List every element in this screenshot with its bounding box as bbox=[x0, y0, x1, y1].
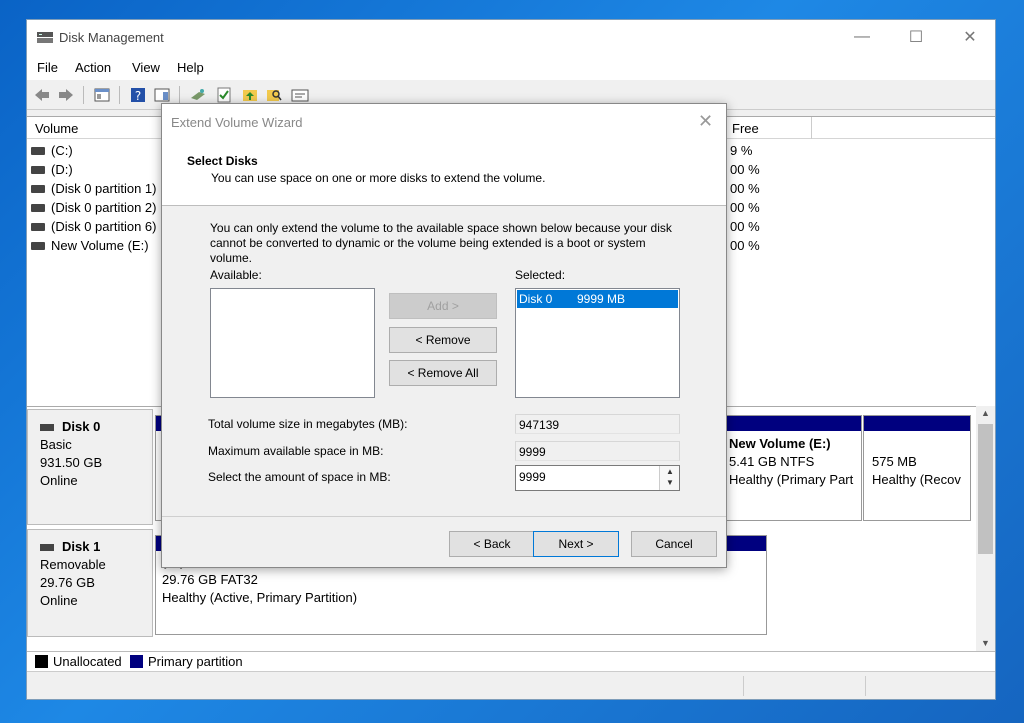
spin-down-icon[interactable]: ▼ bbox=[666, 478, 674, 487]
selected-disk-item[interactable]: Disk 0 9999 MB bbox=[517, 290, 678, 308]
partition-color-bar bbox=[864, 416, 970, 431]
folder-up-icon[interactable] bbox=[241, 86, 259, 104]
toolbar-separator bbox=[83, 86, 84, 104]
legend: Unallocated Primary partition bbox=[27, 651, 995, 671]
close-button[interactable]: ✕ bbox=[947, 20, 993, 54]
drive-icon bbox=[31, 165, 45, 174]
selected-label: Selected: bbox=[515, 268, 566, 282]
wizard-subheading: You can use space on one or more disks t… bbox=[211, 171, 546, 185]
remove-all-button[interactable]: < Remove All bbox=[389, 360, 497, 386]
maximize-button[interactable]: ☐ bbox=[893, 20, 939, 54]
partition-new-volume-e[interactable]: New Volume (E:) 5.41 GB NTFS Healthy (Pr… bbox=[724, 415, 862, 521]
help-icon[interactable]: ? bbox=[129, 86, 147, 104]
svg-text:?: ? bbox=[135, 89, 141, 103]
wizard-title: Extend Volume Wizard bbox=[171, 115, 303, 130]
free-percent: 9 % bbox=[730, 143, 753, 158]
menu-view[interactable]: View bbox=[132, 60, 160, 75]
wizard-close-button[interactable]: ✕ bbox=[698, 111, 713, 132]
column-divider[interactable] bbox=[811, 117, 812, 139]
amount-spinner[interactable]: ▲ ▼ bbox=[659, 466, 679, 490]
wizard-heading: Select Disks bbox=[187, 154, 258, 168]
menu-action[interactable]: Action bbox=[75, 60, 111, 75]
title-bar[interactable]: Disk Management — ☐ ✕ bbox=[27, 20, 995, 54]
wizard-separator bbox=[162, 516, 726, 517]
back-button[interactable]: < Back bbox=[449, 531, 535, 557]
column-volume[interactable]: Volume bbox=[35, 121, 78, 136]
drive-icon bbox=[31, 203, 45, 212]
total-size-label: Total volume size in megabytes (MB): bbox=[208, 417, 408, 431]
legend-unallocated: Unallocated bbox=[53, 654, 122, 669]
legend-primary: Primary partition bbox=[148, 654, 243, 669]
amount-space-input[interactable]: 9999 bbox=[515, 465, 680, 491]
available-label: Available: bbox=[210, 268, 262, 282]
list-item[interactable]: (Disk 0 partition 1) bbox=[31, 179, 156, 198]
list-item[interactable]: (Disk 0 partition 6) bbox=[31, 217, 156, 236]
list-item[interactable]: (Disk 0 partition 2) bbox=[31, 198, 156, 217]
menu-file[interactable]: File bbox=[37, 60, 58, 75]
partition-color-bar bbox=[725, 416, 861, 431]
column-free[interactable]: Free bbox=[732, 121, 759, 136]
forward-arrow-icon[interactable] bbox=[57, 86, 75, 104]
spin-up-icon[interactable]: ▲ bbox=[666, 467, 674, 476]
primary-partition-swatch bbox=[130, 655, 143, 668]
total-size-value: 947139 bbox=[515, 414, 680, 434]
action-pane-icon[interactable] bbox=[153, 86, 171, 104]
menu-bar: File Action View Help bbox=[27, 54, 995, 80]
wizard-title-bar[interactable]: Extend Volume Wizard ✕ bbox=[162, 104, 726, 140]
amount-space-label: Select the amount of space in MB: bbox=[208, 470, 391, 484]
disk-1-label[interactable]: Disk 1 Removable 29.76 GB Online bbox=[27, 529, 153, 637]
available-disks-list[interactable] bbox=[210, 288, 375, 398]
drive-icon bbox=[31, 241, 45, 250]
add-button[interactable]: Add > bbox=[389, 293, 497, 319]
scroll-down-icon[interactable]: ▼ bbox=[981, 638, 990, 648]
disk-icon bbox=[40, 423, 54, 431]
disk-management-icon bbox=[37, 32, 53, 43]
list-item[interactable]: New Volume (E:) bbox=[31, 236, 149, 255]
toolbar-separator bbox=[119, 86, 120, 104]
menu-help[interactable]: Help bbox=[177, 60, 204, 75]
partition-recovery[interactable]: 575 MB Healthy (Recov bbox=[863, 415, 971, 521]
scrollbar-thumb[interactable] bbox=[978, 424, 993, 554]
remove-button[interactable]: < Remove bbox=[389, 327, 497, 353]
status-bar bbox=[27, 671, 995, 699]
status-divider bbox=[865, 676, 866, 696]
window-title: Disk Management bbox=[59, 30, 164, 45]
free-percent: 00 % bbox=[730, 162, 760, 177]
status-divider bbox=[743, 676, 744, 696]
max-space-value: 9999 bbox=[515, 441, 680, 461]
free-percent: 00 % bbox=[730, 238, 760, 253]
disk-0-label[interactable]: Disk 0 Basic 931.50 GB Online bbox=[27, 409, 153, 525]
back-arrow-icon[interactable] bbox=[33, 86, 51, 104]
drive-icon bbox=[31, 146, 45, 155]
free-percent: 00 % bbox=[730, 181, 760, 196]
properties-icon[interactable] bbox=[291, 86, 309, 104]
disk-icon bbox=[40, 543, 54, 551]
list-item[interactable]: (C:) bbox=[31, 141, 73, 160]
connect-icon[interactable] bbox=[189, 86, 207, 104]
console-tree-icon[interactable] bbox=[93, 86, 111, 104]
max-space-label: Maximum available space in MB: bbox=[208, 444, 384, 458]
scroll-up-icon[interactable]: ▲ bbox=[981, 408, 990, 418]
search-folder-icon[interactable] bbox=[265, 86, 283, 104]
next-button[interactable]: Next > bbox=[533, 531, 619, 557]
wizard-info-text: You can only extend the volume to the av… bbox=[210, 221, 672, 265]
cancel-button[interactable]: Cancel bbox=[631, 531, 717, 557]
drive-icon bbox=[31, 184, 45, 193]
wizard-header: Select Disks You can use space on one or… bbox=[162, 140, 726, 206]
drive-icon bbox=[31, 222, 45, 231]
list-item[interactable]: (D:) bbox=[31, 160, 73, 179]
toolbar-separator bbox=[179, 86, 180, 104]
selected-disks-list[interactable]: Disk 0 9999 MB bbox=[515, 288, 680, 398]
unallocated-swatch bbox=[35, 655, 48, 668]
checklist-icon[interactable] bbox=[215, 86, 233, 104]
free-percent: 00 % bbox=[730, 200, 760, 215]
minimize-button[interactable]: — bbox=[839, 20, 885, 54]
extend-volume-wizard: Extend Volume Wizard ✕ Select Disks You … bbox=[161, 103, 727, 568]
free-percent: 00 % bbox=[730, 219, 760, 234]
